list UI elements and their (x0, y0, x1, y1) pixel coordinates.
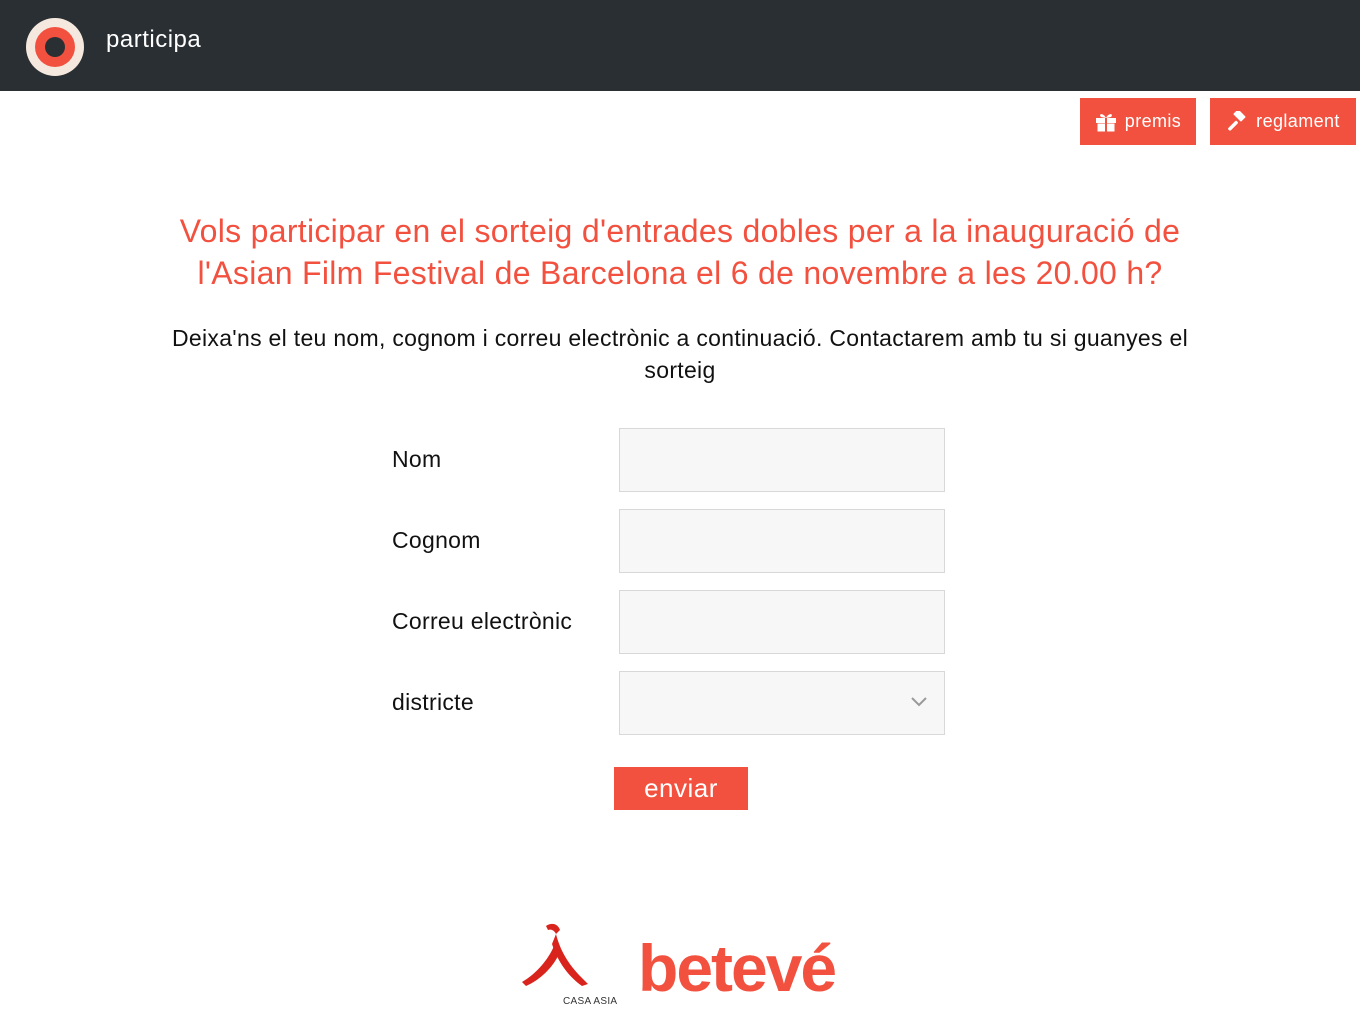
logo-dot (45, 37, 65, 57)
page-headline: Vols participar en el sorteig d'entrades… (80, 210, 1280, 294)
brand-title[interactable]: participa (106, 26, 201, 54)
districte-select[interactable] (619, 671, 945, 735)
nom-label: Nom (392, 446, 442, 472)
headline-line-1: Vols participar en el sorteig d'entrades… (179, 213, 1181, 249)
chevron-down-icon (911, 697, 927, 707)
gavel-icon (1228, 110, 1246, 131)
participa-logo[interactable] (26, 18, 84, 76)
beteve-logo: betevé (638, 931, 837, 1005)
top-navigation-bar: participa (0, 0, 1360, 91)
gift-icon (1095, 113, 1116, 132)
reglament-label: reglament (1256, 111, 1340, 131)
districte-label: districte (392, 689, 474, 715)
intro-line-2: sorteig (644, 357, 716, 383)
casa-asia-text: CASA ASIA (563, 996, 618, 1007)
email-input[interactable] (619, 590, 945, 654)
intro-line-1: Deixa'ns el teu nom, cognom i correu ele… (171, 325, 1188, 351)
cognom-label: Cognom (392, 527, 481, 553)
submit-button[interactable]: enviar (614, 767, 748, 810)
nom-input[interactable] (619, 428, 945, 492)
headline-line-2: l'Asian Film Festival de Barcelona el 6 … (197, 255, 1163, 291)
reglament-button[interactable]: reglament (1210, 98, 1356, 145)
cognom-input[interactable] (619, 509, 945, 573)
email-label: Correu electrònic (392, 608, 573, 634)
intro-text: Deixa'ns el teu nom, cognom i correu ele… (80, 322, 1280, 386)
premis-label: premis (1124, 111, 1182, 131)
premis-button[interactable]: premis (1080, 98, 1196, 145)
logo-ring (35, 27, 75, 67)
